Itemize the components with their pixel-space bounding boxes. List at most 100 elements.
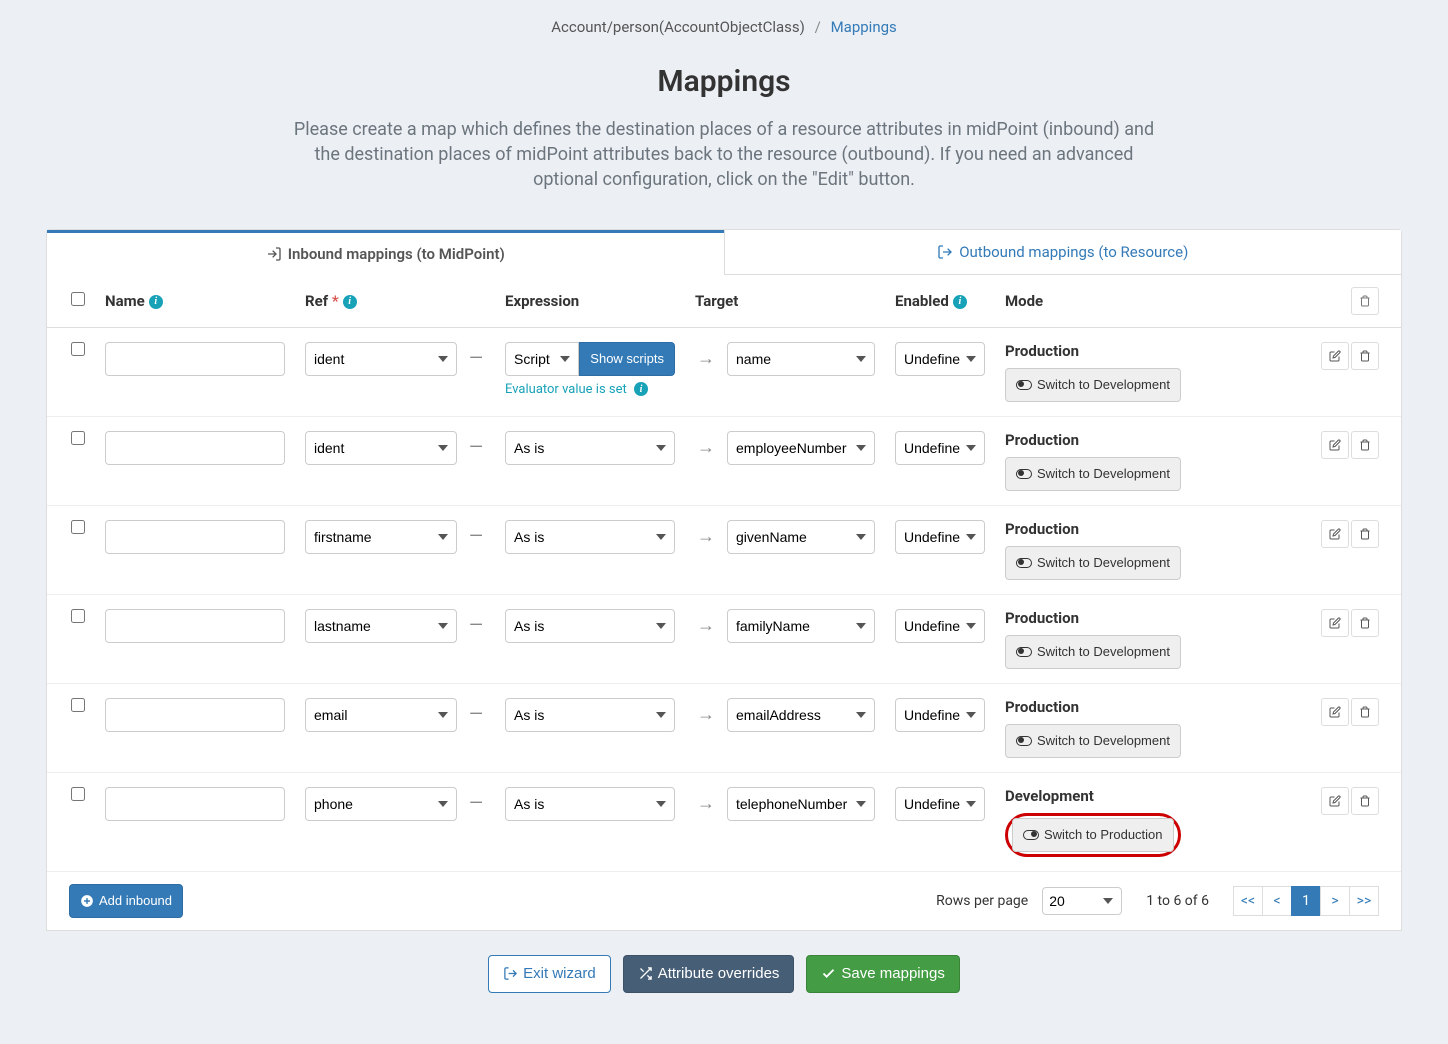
add-inbound-button[interactable]: Add inbound (69, 884, 183, 918)
delete-button[interactable] (1351, 431, 1379, 459)
breadcrumb-parent[interactable]: Account/person(AccountObjectClass) (551, 18, 805, 36)
ref-select[interactable]: ident (305, 431, 457, 465)
name-input[interactable] (105, 609, 285, 643)
target-select[interactable]: telephoneNumber (727, 787, 875, 821)
expression-select[interactable]: As is (505, 609, 675, 643)
target-select[interactable]: familyName (727, 609, 875, 643)
ref-select[interactable]: lastname (305, 609, 457, 643)
name-input[interactable] (105, 431, 285, 465)
mode-label: Production (1005, 520, 1079, 538)
enabled-select[interactable]: Undefined (895, 520, 985, 554)
name-input[interactable] (105, 698, 285, 732)
edit-icon (1329, 706, 1341, 718)
trash-icon (1359, 439, 1371, 451)
enabled-select[interactable]: Undefined (895, 787, 985, 821)
switch-mode-button[interactable]: Switch to Development (1005, 368, 1181, 402)
switch-mode-button[interactable]: Switch to Development (1005, 635, 1181, 669)
edit-icon (1329, 617, 1341, 629)
enabled-select[interactable]: Undefined (895, 609, 985, 643)
trash-icon (1359, 528, 1371, 540)
edit-button[interactable] (1321, 520, 1349, 548)
edit-button[interactable] (1321, 787, 1349, 815)
dash-icon: — (467, 793, 485, 814)
tab-outbound[interactable]: Outbound mappings (to Resource) (724, 230, 1402, 275)
row-checkbox[interactable] (71, 698, 85, 712)
dash-icon: — (467, 615, 485, 636)
breadcrumb-current[interactable]: Mappings (831, 18, 897, 36)
delete-button[interactable] (1351, 520, 1379, 548)
edit-button[interactable] (1321, 431, 1349, 459)
table-row: ident—As is→employeeNumberUndefinedProdu… (47, 416, 1401, 505)
page-last[interactable]: >> (1349, 886, 1379, 916)
info-icon[interactable]: i (953, 295, 967, 309)
row-checkbox[interactable] (71, 609, 85, 623)
edit-button[interactable] (1321, 609, 1349, 637)
expression-select[interactable]: As is (505, 787, 675, 821)
switch-mode-button[interactable]: Switch to Development (1005, 724, 1181, 758)
info-icon[interactable]: i (149, 295, 163, 309)
sign-out-icon (937, 244, 953, 260)
tab-inbound[interactable]: Inbound mappings (to MidPoint) (47, 230, 724, 275)
evaluator-note: Evaluator value is set i (505, 382, 675, 397)
row-checkbox[interactable] (71, 787, 85, 801)
show-scripts-button[interactable]: Show scripts (579, 342, 675, 376)
ref-select[interactable]: phone (305, 787, 457, 821)
switch-mode-button[interactable]: Switch to Development (1005, 546, 1181, 580)
page-next[interactable]: > (1320, 886, 1350, 916)
info-icon[interactable]: i (343, 295, 357, 309)
select-all-checkbox[interactable] (71, 292, 85, 306)
toggle-icon (1016, 380, 1032, 390)
enabled-select[interactable]: Undefined (895, 698, 985, 732)
name-input[interactable] (105, 787, 285, 821)
expression-select[interactable]: As is (505, 431, 675, 465)
target-select[interactable]: name (727, 342, 875, 376)
row-checkbox[interactable] (71, 342, 85, 356)
switch-mode-button[interactable]: Switch to Development (1005, 457, 1181, 491)
name-input[interactable] (105, 520, 285, 554)
enabled-select[interactable]: Undefined (895, 342, 985, 376)
required-icon: * (332, 292, 339, 310)
name-input[interactable] (105, 342, 285, 376)
dash-icon: — (467, 348, 485, 369)
enabled-select[interactable]: Undefined (895, 431, 985, 465)
mode-label: Production (1005, 698, 1079, 716)
edit-icon (1329, 528, 1341, 540)
arrow-right-icon: → (695, 348, 717, 369)
target-select[interactable]: givenName (727, 520, 875, 554)
delete-button[interactable] (1351, 787, 1379, 815)
edit-icon (1329, 350, 1341, 362)
target-select[interactable]: employeeNumber (727, 431, 875, 465)
rows-per-page-select[interactable]: 20 (1042, 887, 1122, 915)
dash-icon: — (467, 704, 485, 725)
target-select[interactable]: emailAddress (727, 698, 875, 732)
exit-wizard-button[interactable]: Exit wizard (488, 955, 611, 993)
edit-button[interactable] (1321, 342, 1349, 370)
edit-button[interactable] (1321, 698, 1349, 726)
page-prev[interactable]: < (1262, 886, 1292, 916)
sign-out-icon (503, 966, 518, 981)
toggle-icon (1016, 736, 1032, 746)
delete-all-button[interactable] (1351, 287, 1379, 315)
page-1[interactable]: 1 (1291, 886, 1321, 916)
ref-select[interactable]: firstname (305, 520, 457, 554)
expression-select[interactable]: Script (505, 342, 579, 376)
row-checkbox[interactable] (71, 431, 85, 445)
delete-button[interactable] (1351, 609, 1379, 637)
expression-select[interactable]: As is (505, 698, 675, 732)
dash-icon: — (467, 526, 485, 547)
info-icon[interactable]: i (634, 382, 648, 396)
ref-select[interactable]: ident (305, 342, 457, 376)
toggle-icon (1023, 830, 1039, 840)
save-mappings-button[interactable]: Save mappings (806, 955, 959, 993)
delete-button[interactable] (1351, 698, 1379, 726)
attribute-overrides-button[interactable]: Attribute overrides (623, 955, 795, 993)
arrow-right-icon: → (695, 526, 717, 547)
page-first[interactable]: << (1233, 886, 1263, 916)
ref-select[interactable]: email (305, 698, 457, 732)
expression-select[interactable]: As is (505, 520, 675, 554)
delete-button[interactable] (1351, 342, 1379, 370)
mappings-table: Namei Ref *i Expression Target Enabledi … (47, 275, 1401, 872)
switch-mode-button[interactable]: Switch to Production (1012, 818, 1174, 852)
row-checkbox[interactable] (71, 520, 85, 534)
mode-label: Production (1005, 431, 1079, 449)
